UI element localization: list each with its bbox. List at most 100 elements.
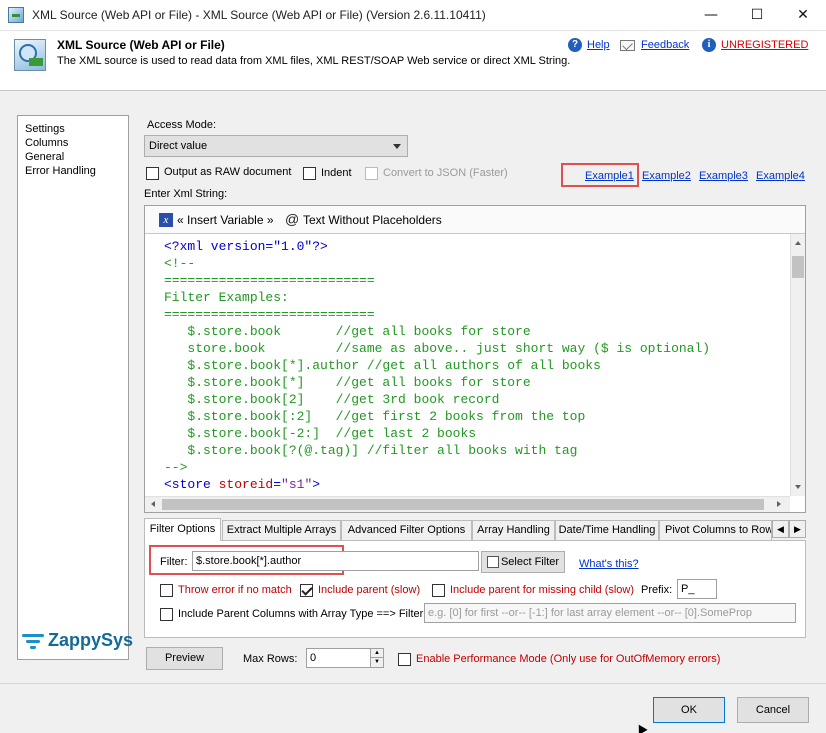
example4-link[interactable]: Example4 bbox=[756, 170, 805, 182]
at-sign-icon: @ bbox=[285, 211, 300, 227]
tab-right-arrow-icon[interactable]: ▶ bbox=[789, 520, 806, 538]
output-raw-label: Output as RAW document bbox=[164, 166, 292, 178]
include-parent-missing-checkbox[interactable] bbox=[432, 584, 445, 597]
component-title: XML Source (Web API or File) bbox=[57, 38, 225, 52]
select-filter-button[interactable]: Select Filter bbox=[481, 551, 565, 573]
access-mode-label: Access Mode: bbox=[147, 119, 217, 131]
prefix-label: Prefix: bbox=[641, 584, 673, 596]
nav-item-settings[interactable]: Settings bbox=[25, 123, 65, 135]
code-line: $.store.book[?(@.tag)] //filter all book… bbox=[164, 443, 578, 458]
dialog-footer: OK Cancel bbox=[0, 683, 826, 733]
close-button[interactable]: ✕ bbox=[780, 0, 826, 31]
info-icon: i bbox=[702, 38, 716, 52]
minimize-button[interactable]: — bbox=[688, 0, 734, 31]
include-parent-checkbox[interactable] bbox=[300, 584, 313, 597]
feedback-link[interactable]: Feedback bbox=[641, 39, 689, 51]
horizontal-scrollbar[interactable] bbox=[145, 496, 790, 512]
xml-source-icon bbox=[14, 39, 46, 71]
xml-string-textarea[interactable]: <?xml version="1.0"?> <!-- ===============… bbox=[145, 234, 789, 496]
tab-pivot-columns-to-rows[interactable]: Pivot Columns to Rows bbox=[659, 520, 772, 540]
unregistered-link[interactable]: UNREGISTERED bbox=[721, 39, 808, 51]
maximize-button[interactable]: ☐ bbox=[734, 0, 780, 31]
filter-label: Filter: bbox=[160, 556, 188, 568]
max-rows-value: 0 bbox=[310, 652, 317, 664]
code-line: <?xml version="1.0"?> bbox=[164, 239, 328, 254]
help-link[interactable]: Help bbox=[587, 39, 610, 51]
nav-item-general[interactable]: General bbox=[25, 151, 64, 163]
nav-item-error-handling[interactable]: Error Handling bbox=[25, 165, 96, 177]
insert-variable-button[interactable]: « Insert Variable » bbox=[177, 213, 274, 227]
nav-item-columns[interactable]: Columns bbox=[25, 137, 68, 149]
scroll-up-icon[interactable] bbox=[795, 241, 801, 245]
example1-link[interactable]: Example1 bbox=[585, 170, 634, 182]
tab-left-arrow-icon[interactable]: ◀ bbox=[772, 520, 789, 538]
scroll-thumb[interactable] bbox=[162, 499, 764, 510]
tab-extract-multiple-arrays[interactable]: Extract Multiple Arrays bbox=[222, 520, 341, 540]
access-mode-select[interactable]: Direct value bbox=[144, 135, 408, 157]
xml-editor: x « Insert Variable » @ Text Without Pla… bbox=[144, 205, 806, 513]
throw-error-label: Throw error if no match bbox=[178, 584, 292, 596]
zappysys-logo: ZappySys bbox=[22, 628, 134, 658]
scroll-right-icon[interactable] bbox=[777, 501, 781, 507]
help-icon: ? bbox=[568, 38, 582, 52]
max-rows-label: Max Rows: bbox=[243, 653, 298, 665]
code-attr: storeid bbox=[210, 477, 274, 492]
window-title: XML Source (Web API or File) - XML Sourc… bbox=[32, 8, 486, 22]
scroll-down-icon[interactable] bbox=[795, 485, 801, 489]
whats-this-link[interactable]: What's this? bbox=[579, 558, 639, 570]
wifi-icon bbox=[22, 632, 46, 654]
prefix-input[interactable]: P_ bbox=[677, 579, 717, 599]
code-line: $.store.book //get all books for store bbox=[164, 324, 531, 339]
perf-mode-checkbox[interactable] bbox=[398, 653, 411, 666]
indent-label: Indent bbox=[321, 167, 352, 179]
select-filter-icon bbox=[487, 556, 499, 568]
include-parent-columns-checkbox[interactable] bbox=[160, 608, 173, 621]
code-line: =========================== bbox=[164, 307, 375, 322]
options-tabs: Filter Options Extract Multiple Arrays A… bbox=[144, 518, 806, 541]
text-without-placeholders-button[interactable]: Text Without Placeholders bbox=[303, 213, 442, 227]
vertical-scrollbar[interactable] bbox=[790, 234, 805, 496]
code-line: --> bbox=[164, 460, 188, 475]
scroll-thumb[interactable] bbox=[792, 256, 804, 278]
app-icon bbox=[8, 7, 24, 23]
header-band: XML Source (Web API or File) The XML sou… bbox=[0, 31, 826, 91]
tab-advanced-filter-options[interactable]: Advanced Filter Options bbox=[341, 520, 472, 540]
code-line: $.store.book[2] //get 3rd book record bbox=[164, 392, 500, 407]
code-line: Filter Examples: bbox=[164, 290, 289, 305]
code-tag-end: > bbox=[312, 477, 321, 492]
stepper-down-icon[interactable]: ▼ bbox=[370, 658, 383, 667]
left-nav: Settings Columns General Error Handling bbox=[17, 115, 129, 660]
stepper-up-icon[interactable]: ▲ bbox=[370, 649, 383, 658]
max-rows-stepper[interactable]: 0 ▲ ▼ bbox=[306, 648, 384, 668]
convert-json-checkbox[interactable] bbox=[365, 167, 378, 180]
example2-link[interactable]: Example2 bbox=[642, 170, 691, 182]
logo-text: ZappySys bbox=[48, 630, 134, 650]
throw-error-checkbox[interactable] bbox=[160, 584, 173, 597]
code-line: $.store.book[*].author //get all authors… bbox=[164, 358, 601, 373]
select-filter-label: Select Filter bbox=[500, 556, 560, 568]
code-line: =========================== bbox=[164, 273, 375, 288]
code-eq: = bbox=[273, 477, 282, 492]
tab-array-handling[interactable]: Array Handling bbox=[472, 520, 555, 540]
code-line: <store storeid="s1"> bbox=[164, 476, 789, 493]
code-line: $.store.book[*] //get all books for stor… bbox=[164, 375, 531, 390]
scroll-left-icon[interactable] bbox=[151, 501, 155, 507]
code-tag: <store bbox=[164, 477, 211, 492]
preview-button[interactable]: Preview bbox=[146, 647, 223, 670]
filter-input[interactable]: $.store.book[*].author bbox=[192, 551, 479, 571]
code-line: store.book //same as above.. just short … bbox=[164, 341, 711, 356]
tab-date-time-handling[interactable]: Date/Time Handling bbox=[555, 520, 659, 540]
cancel-button[interactable]: Cancel bbox=[737, 697, 809, 723]
title-bar: XML Source (Web API or File) - XML Sourc… bbox=[0, 0, 826, 31]
tab-filter-options[interactable]: Filter Options bbox=[144, 518, 221, 541]
perf-mode-label: Enable Performance Mode (Only use for Ou… bbox=[416, 653, 721, 665]
variable-icon: x bbox=[159, 213, 173, 227]
indent-checkbox[interactable] bbox=[303, 167, 316, 180]
array-filter-input[interactable]: e.g. [0] for first --or-- [-1:] for last… bbox=[424, 603, 796, 623]
code-line: $.store.book[-2:] //get last 2 books bbox=[164, 426, 477, 441]
example3-link[interactable]: Example3 bbox=[699, 170, 748, 182]
ok-button[interactable]: OK bbox=[653, 697, 725, 723]
code-line: $.store.book[:2] //get first 2 books fro… bbox=[164, 409, 586, 424]
include-parent-missing-label: Include parent for missing child (slow) bbox=[450, 584, 635, 596]
output-raw-checkbox[interactable] bbox=[146, 167, 159, 180]
